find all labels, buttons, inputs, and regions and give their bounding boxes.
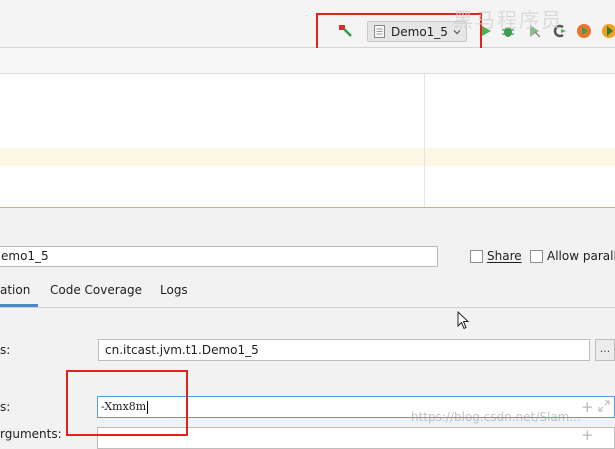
share-checkbox[interactable] (470, 250, 483, 263)
right-margin-guide (424, 74, 425, 207)
record-icon[interactable] (601, 23, 615, 39)
debug-icon[interactable] (500, 23, 516, 39)
allow-parallel-checkbox[interactable] (530, 250, 543, 263)
vm-options-add-button[interactable]: + (581, 398, 594, 416)
main-class-label: s: (0, 343, 11, 357)
allow-parallel-label: Allow paralle (547, 249, 615, 263)
browse-main-class-button[interactable]: ... (595, 339, 615, 361)
run-with-coverage-icon[interactable] (527, 23, 543, 39)
share-label: Share (487, 249, 522, 263)
tab-configuration[interactable]: ation (0, 283, 30, 297)
tab-logs[interactable]: Logs (160, 283, 188, 297)
run-profiler-icon[interactable] (576, 23, 592, 39)
vm-options-label: s: (0, 400, 11, 414)
main-class-input[interactable]: cn.itcast.jvm.t1.Demo1_5 (98, 339, 590, 361)
profile-icon[interactable] (551, 23, 567, 39)
mouse-pointer-icon (457, 310, 471, 334)
expand-field-icon[interactable] (598, 400, 610, 412)
program-arguments-add-button[interactable]: + (581, 426, 594, 444)
editor-header-strip (0, 48, 615, 74)
program-arguments-label: rguments: (0, 427, 62, 441)
current-line-highlight (0, 148, 615, 166)
tabs-divider (0, 307, 615, 308)
tab-code-coverage[interactable]: Code Coverage (50, 283, 142, 297)
main-toolbar (0, 0, 615, 48)
editor-bottom-border (0, 207, 615, 208)
configuration-name-input[interactable]: emo1_5 (0, 246, 438, 267)
annotation-highlight-box-vm (66, 370, 188, 436)
